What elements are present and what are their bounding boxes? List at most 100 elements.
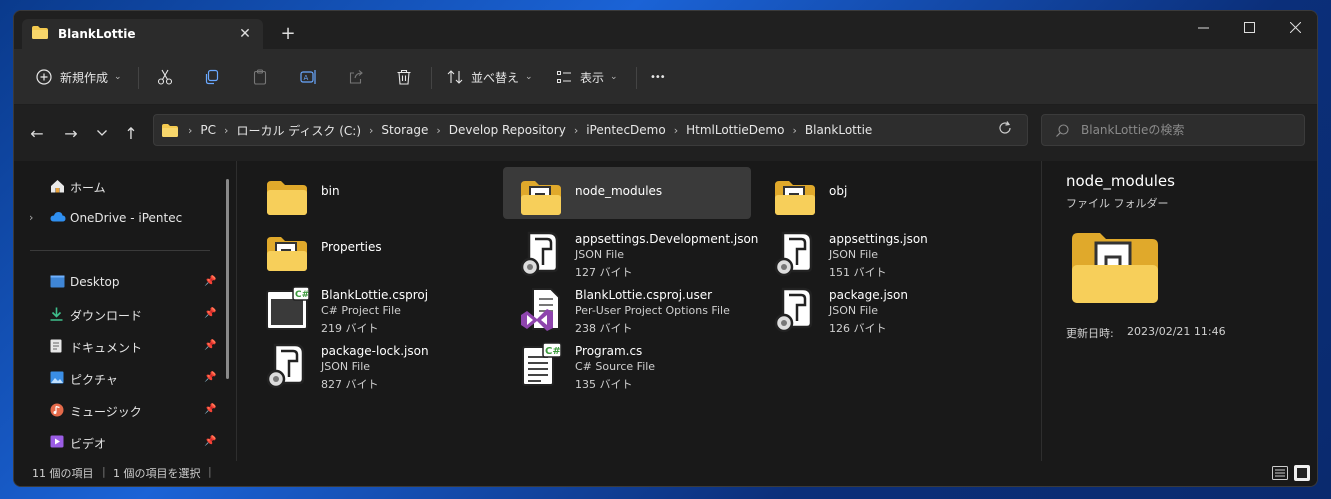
sidebar-item-music[interactable]: ミュージック 📌 [14,395,224,425]
search-icon [1056,123,1069,137]
pin-icon[interactable]: 📌 [204,372,216,383]
list-item[interactable]: package-lock.json JSON File 827 バイト [249,335,497,391]
file-name: appsettings.Development.json [575,232,759,246]
large-icons-view-icon[interactable] [1293,464,1311,482]
minimize-button[interactable] [1180,11,1226,43]
pin-icon[interactable]: 📌 [204,276,216,287]
file-name: bin [321,184,340,198]
delete-button[interactable] [396,63,412,91]
sidebar-item-home[interactable]: ホーム [14,171,224,201]
file-list: bin Properties C# BlankLottie.csproj C# … [237,161,1041,461]
sidebar-item-onedrive[interactable]: › OneDrive - iPentec [14,203,224,233]
breadcrumb-local-disk[interactable]: ローカル ディスク (C:) [236,122,361,139]
scissors-icon [157,69,173,85]
back-button[interactable]: ← [26,122,48,144]
rename-button[interactable]: A [300,63,318,91]
tab-close-button[interactable]: ✕ [233,26,257,42]
explorer-window: BlankLottie ✕ + 新規作成 ⌄ A 並べ替え ⌄ 表示 ⌄ •••… [13,10,1318,487]
close-window-button[interactable] [1272,11,1317,43]
chevron-right-icon: › [573,123,579,137]
folder-icon [162,123,178,137]
arrow-left-icon: ← [30,123,44,143]
forward-button[interactable]: → [60,122,82,144]
new-tab-button[interactable]: + [276,23,300,44]
sidebar-item-label: ピクチャ [70,373,118,387]
view-button[interactable]: 表示 ⌄ [556,63,618,91]
list-item[interactable]: bin [249,167,497,219]
breadcrumb-storage[interactable]: Storage [381,123,428,137]
sidebar-item-documents[interactable]: ドキュメント 📌 [14,331,224,361]
json-file-icon [774,231,813,277]
new-button[interactable]: 新規作成 ⌄ [36,63,122,91]
address-bar[interactable]: › PC › ローカル ディスク (C:) › Storage › Develo… [153,114,1114,146]
rename-icon: A [300,69,318,85]
list-item[interactable]: Properties [249,223,497,275]
list-item[interactable]: appsettings.json JSON File 151 バイト [757,223,1005,279]
chevron-right-icon: › [673,123,679,137]
list-item[interactable]: C# Program.cs C# Source File 135 バイト [503,335,751,391]
more-options-button[interactable]: ••• [650,63,666,91]
details-view-icon[interactable] [1271,464,1289,482]
pin-icon[interactable]: 📌 [204,340,216,351]
modified-value: 2023/02/21 11:46 [1127,325,1226,338]
search-box[interactable] [1041,114,1305,146]
breadcrumb-blanklottie[interactable]: BlankLottie [805,123,872,137]
list-item[interactable]: obj [757,167,1005,219]
pin-icon[interactable]: 📌 [204,308,216,319]
share-button[interactable] [348,63,364,91]
sidebar-item-pictures[interactable]: ピクチャ 📌 [14,363,224,393]
list-item[interactable]: BlankLottie.csproj.user Per-User Project… [503,279,751,335]
breadcrumb-pc[interactable]: PC [200,123,216,137]
share-icon [348,69,364,85]
view-list-icon [556,69,572,85]
recent-locations-button[interactable] [91,122,113,144]
file-name: Program.cs [575,344,643,358]
details-title: node_modules [1066,172,1175,190]
chevron-down-icon [97,130,107,136]
breadcrumb-htmllottiedemo[interactable]: HtmlLottieDemo [686,123,784,137]
breadcrumb-ipentecdemo[interactable]: iPentecDemo [586,123,665,137]
json-file-icon [774,287,813,333]
cs-file-icon: C# [522,342,562,386]
command-bar: 新規作成 ⌄ A 並べ替え ⌄ 表示 ⌄ ••• [14,49,1317,105]
chevron-right-icon: › [792,123,797,137]
sidebar-scrollbar[interactable] [226,179,229,379]
up-button[interactable]: ↑ [120,122,142,144]
file-size: 238 バイト [575,322,633,335]
file-name: BlankLottie.csproj [321,288,429,302]
maximize-button[interactable] [1226,11,1272,43]
sidebar-item-videos[interactable]: ビデオ 📌 [14,427,224,457]
folder-icon [1072,233,1158,303]
file-type: Per-User Project Options File [575,304,730,317]
paste-button[interactable] [252,63,268,91]
folder-icon [32,26,48,42]
sidebar-item-desktop[interactable]: Desktop 📌 [14,267,224,297]
sidebar-item-label: ホーム [70,181,106,195]
more-icon: ••• [650,71,666,83]
view-label: 表示 [580,70,605,85]
list-item[interactable]: node_modules [503,167,751,219]
file-name: BlankLottie.csproj.user [575,288,713,302]
pin-icon[interactable]: 📌 [204,436,216,447]
sidebar-item-downloads[interactable]: ダウンロード 📌 [14,299,224,329]
new-label: 新規作成 [60,70,109,85]
json-file-icon [520,231,559,277]
tab-blanklottie[interactable]: BlankLottie ✕ [22,19,263,49]
sort-button[interactable]: 並べ替え ⌄ [447,63,533,91]
pin-icon[interactable]: 📌 [204,404,216,415]
svg-text:C#: C# [545,346,561,357]
list-item[interactable]: C# BlankLottie.csproj C# Project File 21… [249,279,497,335]
list-item[interactable]: appsettings.Development.json JSON File 1… [503,223,758,279]
modified-label: 更新日時: [1066,327,1114,340]
file-size: 126 バイト [829,322,887,335]
copy-button[interactable] [204,63,220,91]
search-input[interactable] [1081,123,1301,137]
details-pane: node_modules ファイル フォルダー 更新日時: 2023/02/21… [1042,161,1317,461]
cut-button[interactable] [157,63,173,91]
sidebar-item-label: ダウンロード [70,309,143,323]
refresh-button[interactable] [998,121,1012,138]
breadcrumb-develop-repository[interactable]: Develop Repository [449,123,566,137]
list-item[interactable]: package.json JSON File 126 バイト [757,279,1005,335]
chevron-right-icon[interactable]: › [29,211,33,224]
clipboard-icon [252,69,268,85]
